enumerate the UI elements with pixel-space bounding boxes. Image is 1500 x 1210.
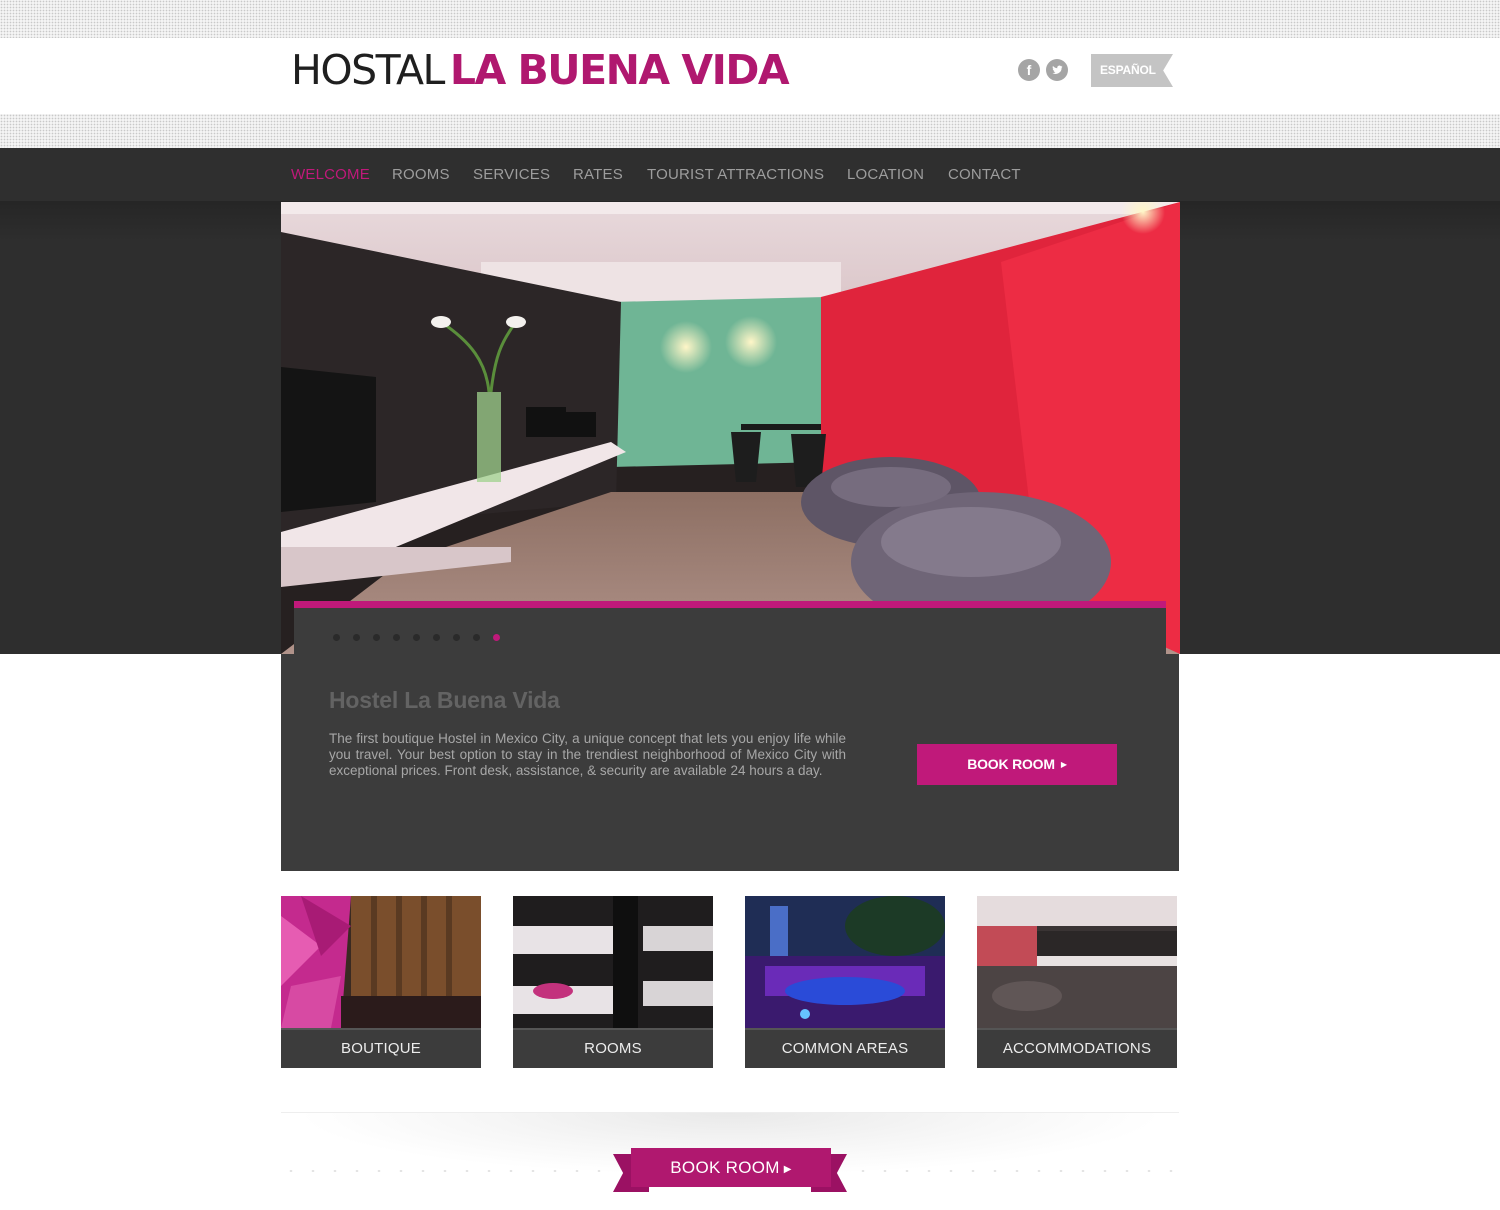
slider-dot[interactable] <box>413 634 420 641</box>
tile-label: ACCOMMODATIONS <box>977 1028 1177 1068</box>
language-toggle-button[interactable]: ESPAÑOL <box>1091 54 1173 87</box>
intro-panel: Hostel La Buena Vida The first boutique … <box>281 654 1179 871</box>
logo-light-text: HOSTAL <box>291 46 445 94</box>
book-room-button[interactable]: BOOK ROOM ▶ <box>917 744 1117 785</box>
book-room-label: BOOK ROOM <box>967 756 1055 772</box>
tile-rooms[interactable]: ROOMS <box>513 896 713 1068</box>
slider-controls <box>294 601 1166 654</box>
tile-rooms-image <box>513 896 713 1028</box>
nav-item-contact[interactable]: CONTACT <box>948 148 1021 202</box>
footer-book-room-button[interactable]: BOOK ROOM ▶ <box>631 1148 831 1187</box>
tile-boutique-image <box>281 896 481 1028</box>
tile-boutique[interactable]: BOUTIQUE <box>281 896 481 1068</box>
slider-dot[interactable] <box>373 634 380 641</box>
slider-dot[interactable] <box>453 634 460 641</box>
slider-dot[interactable] <box>433 634 440 641</box>
main-nav: WELCOME ROOMS SERVICES RATES TOURIST ATT… <box>0 148 1500 202</box>
caret-right-icon: ▶ <box>783 1164 792 1175</box>
slider-dot[interactable] <box>353 634 360 641</box>
tile-common-areas[interactable]: COMMON AREAS <box>745 896 945 1068</box>
slider-dot[interactable] <box>393 634 400 641</box>
twitter-icon[interactable] <box>1046 59 1068 81</box>
caret-right-icon: ▶ <box>1060 760 1067 769</box>
nav-item-rates[interactable]: RATES <box>573 148 623 202</box>
tile-label: COMMON AREAS <box>745 1028 945 1068</box>
intro-title: Hostel La Buena Vida <box>329 687 560 713</box>
site-logo[interactable]: HOSTAL LA BUENA VIDA <box>291 44 790 96</box>
nav-item-location[interactable]: LOCATION <box>847 148 924 202</box>
hero-slide-image <box>281 202 1180 654</box>
twitter-bird-glyph <box>1052 65 1063 74</box>
tile-common-areas-image <box>745 896 945 1028</box>
slider-dot-active[interactable] <box>493 634 500 641</box>
tile-label: BOUTIQUE <box>281 1028 481 1068</box>
footer-divider-right <box>852 1169 1178 1173</box>
tile-label: ROOMS <box>513 1028 713 1068</box>
nav-item-services[interactable]: SERVICES <box>473 148 550 202</box>
tile-accommodations[interactable]: ACCOMMODATIONS <box>977 896 1177 1068</box>
footer-book-room-label: BOOK ROOM <box>670 1158 780 1177</box>
slider-dot[interactable] <box>333 634 340 641</box>
nav-item-tourist-attractions[interactable]: TOURIST ATTRACTIONS <box>647 148 824 202</box>
nav-item-rooms[interactable]: ROOMS <box>392 148 450 202</box>
nav-item-welcome[interactable]: WELCOME <box>291 148 370 202</box>
slider-dot[interactable] <box>473 634 480 641</box>
facebook-icon[interactable]: f <box>1018 59 1040 81</box>
logo-bold-text: LA BUENA VIDA <box>449 46 790 94</box>
tile-accommodations-image <box>977 896 1177 1028</box>
footer-divider-left <box>280 1169 606 1173</box>
intro-text: The first boutique Hostel in Mexico City… <box>329 731 846 778</box>
